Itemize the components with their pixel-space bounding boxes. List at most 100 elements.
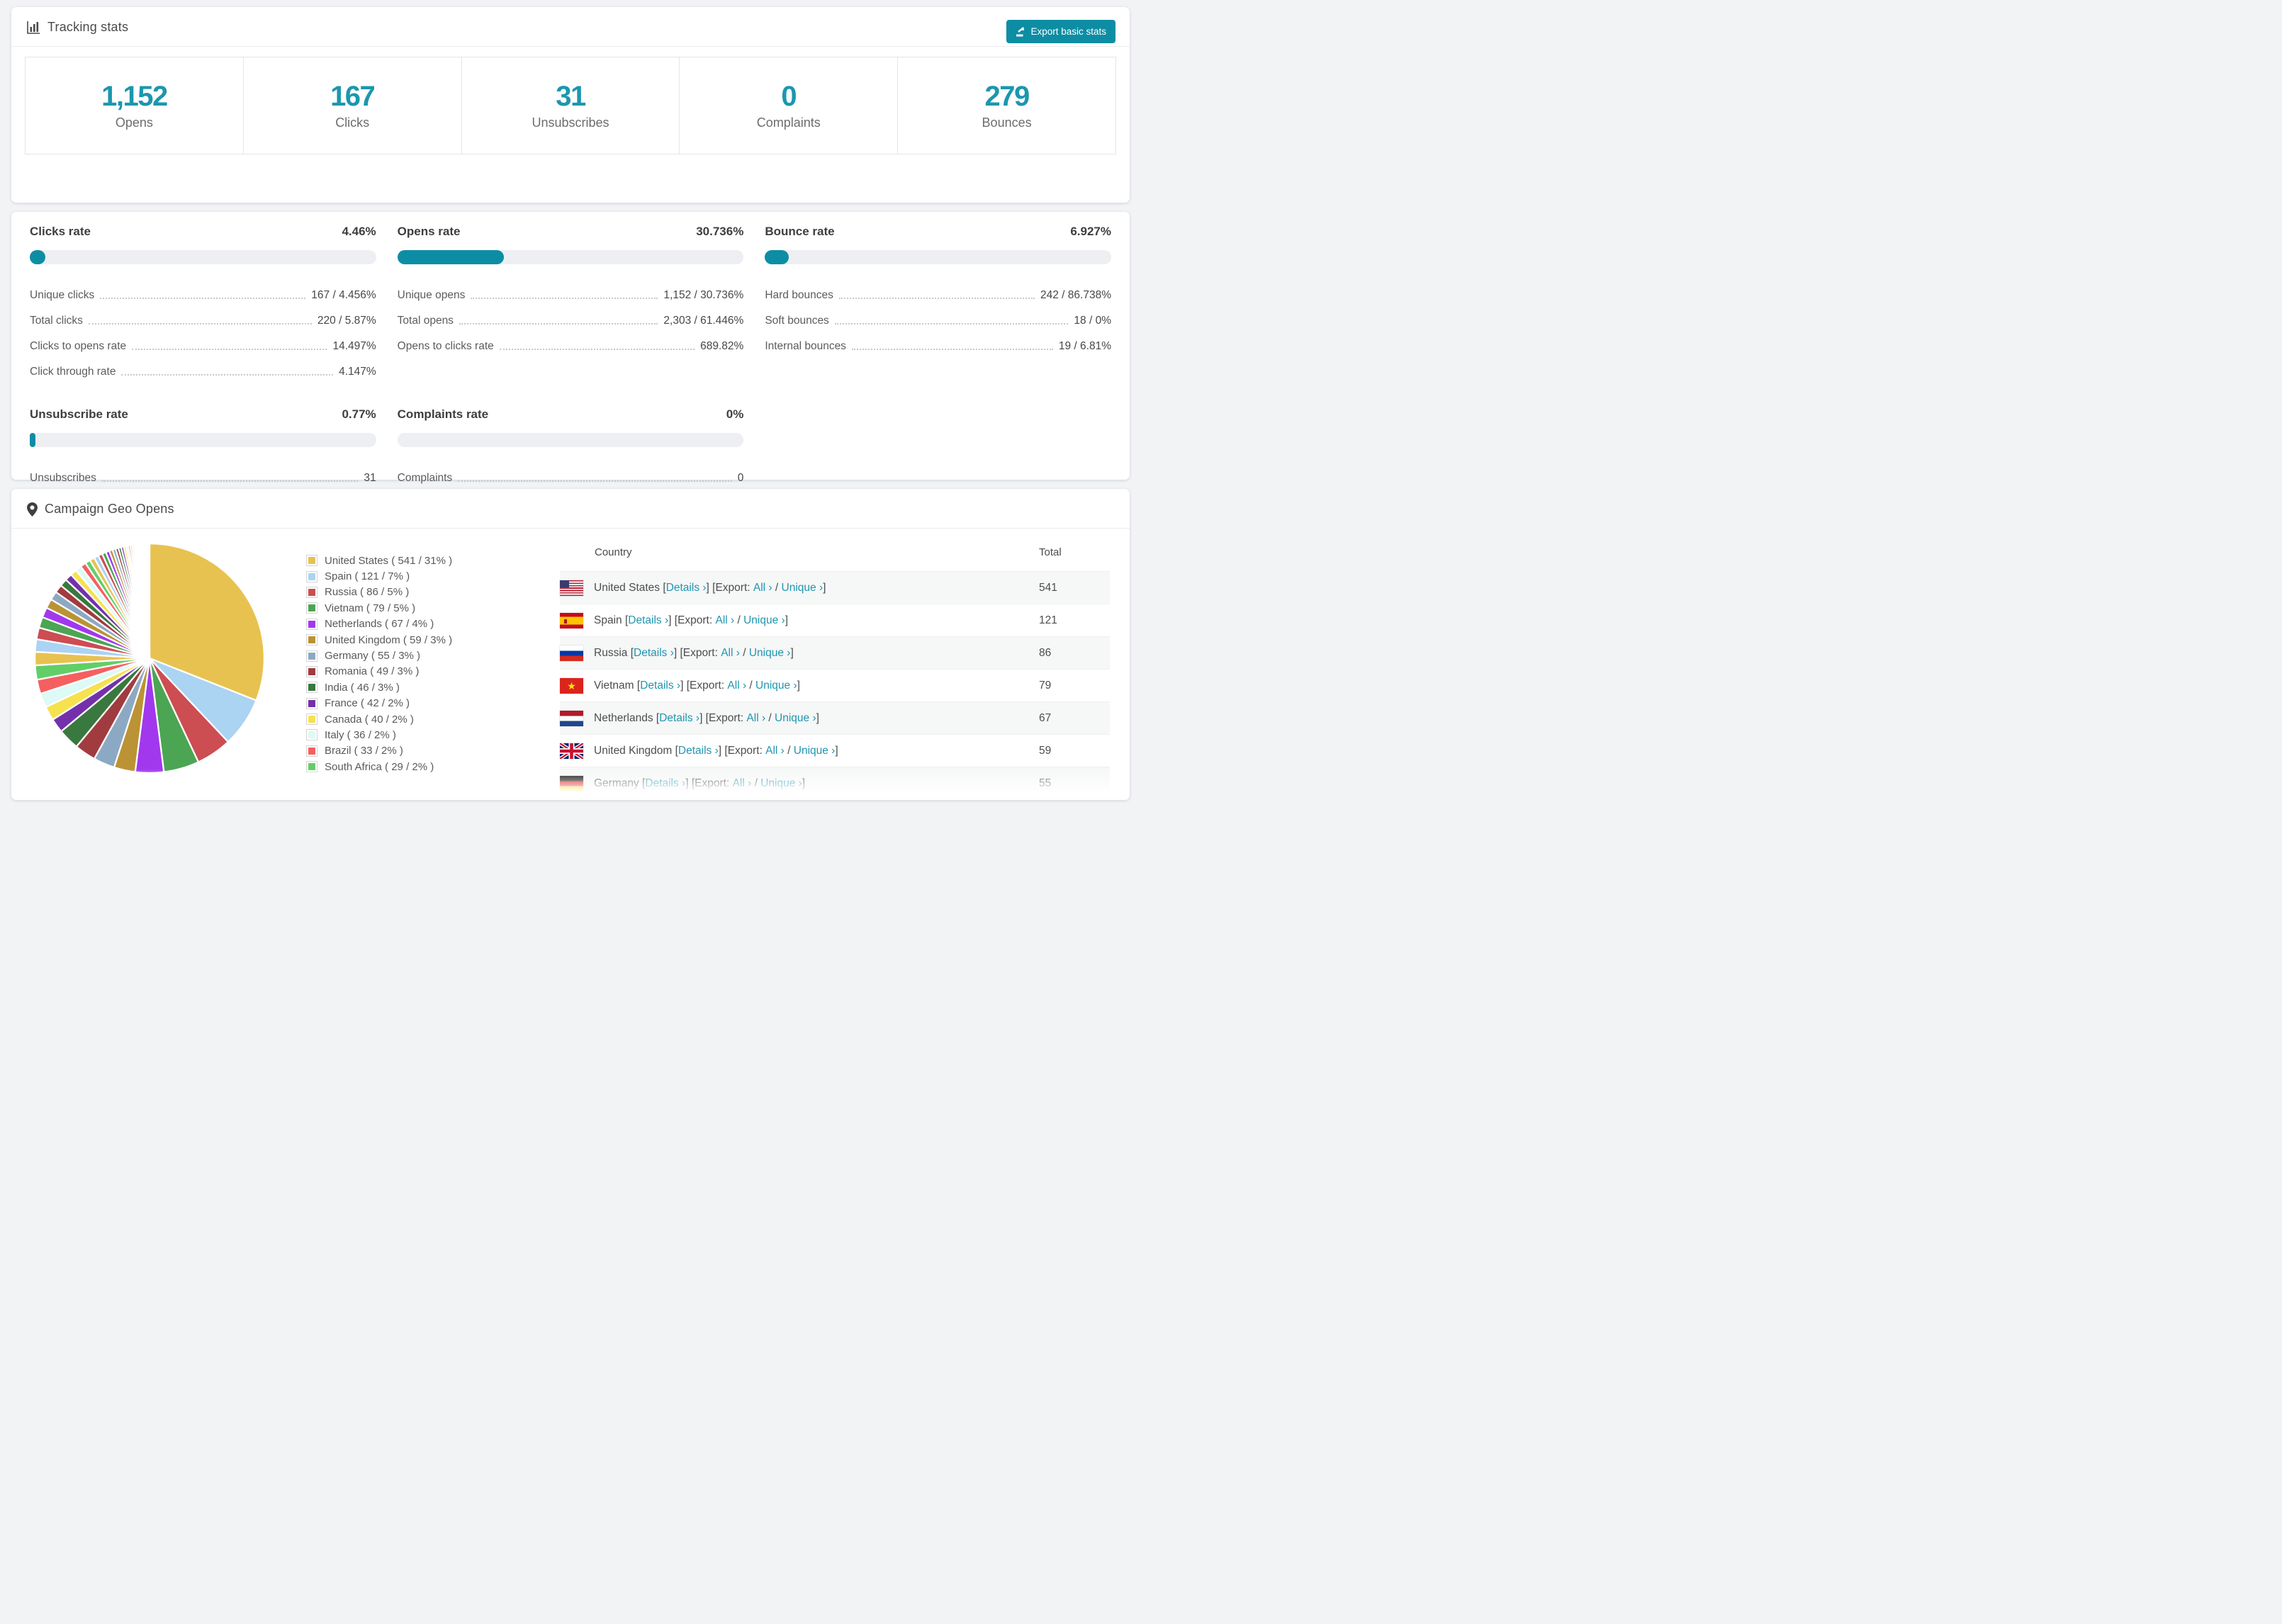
table-row: Netherlands [Details ›] [Export: All › /…	[560, 701, 1110, 734]
details-link[interactable]: Details ›	[678, 745, 719, 757]
legend-item[interactable]: United States ( 541 / 31% )	[306, 553, 540, 568]
export-unique-link[interactable]: Unique ›	[794, 745, 836, 757]
export-unique-link[interactable]: Unique ›	[775, 712, 816, 725]
rate-value: 30.736%	[696, 225, 744, 238]
legend-item[interactable]: Netherlands ( 67 / 4% )	[306, 616, 540, 632]
legend-label: France ( 42 / 2% )	[325, 697, 410, 710]
tracking-stats-header: Tracking stats	[11, 7, 1130, 46]
export-all-link[interactable]: All ›	[753, 582, 772, 594]
country-column-header: Country	[595, 546, 632, 558]
export-all-link[interactable]: All ›	[746, 712, 765, 725]
rate-detail-value: 4.147%	[339, 366, 376, 378]
rate-detail-label: Complaints	[397, 472, 453, 484]
table-row: Russia [Details ›] [Export: All › / Uniq…	[560, 636, 1110, 669]
rate-detail-value: 242 / 86.738%	[1040, 289, 1111, 301]
dotted-leader	[499, 349, 695, 350]
country-name: Vietnam	[594, 679, 634, 692]
country-flag-icon	[560, 710, 583, 726]
legend-label: Russia ( 86 / 5% )	[325, 586, 410, 599]
stat-value: 279	[984, 81, 1030, 112]
details-link[interactable]: Details ›	[628, 614, 668, 627]
rate-title: Opens rate	[397, 225, 461, 238]
legend-item[interactable]: Germany ( 55 / 3% )	[306, 648, 540, 663]
dotted-leader	[121, 374, 334, 376]
legend-item[interactable]: Canada ( 40 / 2% )	[306, 711, 540, 727]
dotted-leader	[838, 298, 1035, 299]
export-all-link[interactable]: All ›	[765, 745, 785, 757]
details-link[interactable]: Details ›	[659, 712, 699, 725]
rate-detail-row: Total opens 2,303 / 61.446%	[398, 308, 744, 334]
geo-legend: United States ( 541 / 31% ) Spain ( 121 …	[306, 553, 540, 774]
geo-pie-chart[interactable]	[33, 541, 266, 779]
rate-detail-row: Opens to clicks rate 689.82%	[398, 334, 744, 359]
details-link[interactable]: Details ›	[645, 777, 685, 790]
dotted-leader	[458, 480, 732, 482]
dotted-leader	[88, 323, 312, 325]
legend-item[interactable]: Spain ( 121 / 7% )	[306, 568, 540, 584]
export-basic-stats-label: Export basic stats	[1030, 26, 1106, 37]
dotted-leader	[100, 298, 306, 299]
table-row: United Kingdom [Details ›] [Export: All …	[560, 734, 1110, 767]
summary-stat-cell: 167 Clicks	[242, 57, 461, 154]
legend-item[interactable]: Brazil ( 33 / 2% )	[306, 743, 540, 759]
export-icon	[1016, 26, 1025, 37]
geo-table: Country Total United States [Details ›] …	[560, 533, 1110, 799]
rate-detail-value: 1,152 / 30.736%	[663, 289, 744, 301]
rate-title: Complaints rate	[397, 407, 489, 421]
export-unique-link[interactable]: Unique ›	[760, 777, 802, 790]
rate-detail-label: Opens to clicks rate	[397, 340, 494, 352]
dotted-leader	[132, 349, 327, 350]
legend-item[interactable]: United Kingdom ( 59 / 3% )	[306, 632, 540, 648]
export-unique-link[interactable]: Unique ›	[782, 582, 824, 594]
legend-label: Romania ( 49 / 3% )	[325, 665, 420, 678]
stat-label: Clicks	[335, 115, 370, 130]
legend-swatch	[306, 650, 317, 662]
details-link[interactable]: Details ›	[640, 680, 680, 692]
rate-detail-value: 689.82%	[700, 340, 744, 352]
rate-progress-fill	[765, 250, 789, 264]
rates-panel: Clicks rate 4.46% Unique clicks 167 / 4.…	[11, 212, 1130, 484]
rate-detail-label: Hard bounces	[765, 289, 833, 301]
legend-item[interactable]: France ( 42 / 2% )	[306, 696, 540, 711]
country-total: 67	[1039, 711, 1052, 724]
rate-progress-bar	[30, 250, 376, 264]
legend-label: Brazil ( 33 / 2% )	[325, 745, 403, 757]
legend-item[interactable]: South Africa ( 29 / 2% )	[306, 759, 540, 774]
rate-detail-row: Unique opens 1,152 / 30.736%	[398, 283, 744, 308]
export-unique-link[interactable]: Unique ›	[755, 680, 797, 692]
details-link[interactable]: Details ›	[666, 582, 707, 594]
rate-detail-label: Total clicks	[30, 315, 83, 327]
summary-stat-cell: 1,152 Opens	[26, 57, 243, 154]
export-all-link[interactable]: All ›	[727, 680, 746, 692]
summary-stat-cell: 31 Unsubscribes	[461, 57, 680, 154]
tracking-stats-panel: Tracking stats Export basic stats 1,152 …	[11, 7, 1130, 203]
dotted-leader	[101, 480, 359, 482]
summary-stats-box: 1,152 Opens 167 Clicks 31 Unsubscribes 0…	[25, 57, 1116, 154]
details-link[interactable]: Details ›	[634, 647, 674, 660]
rate-value: 4.46%	[342, 225, 376, 238]
rate-block: Complaints rate 0% Complaints 0	[397, 407, 744, 491]
legend-item[interactable]: Russia ( 86 / 5% )	[306, 585, 540, 600]
rate-detail-row: Clicks to opens rate 14.497%	[30, 334, 376, 359]
legend-swatch	[306, 634, 317, 646]
legend-item[interactable]: Romania ( 49 / 3% )	[306, 664, 540, 680]
export-basic-stats-button[interactable]: Export basic stats	[1006, 20, 1115, 43]
legend-item[interactable]: India ( 46 / 3% )	[306, 680, 540, 695]
legend-item[interactable]: Vietnam ( 79 / 5% )	[306, 600, 540, 616]
country-flag-icon	[560, 775, 583, 791]
export-unique-link[interactable]: Unique ›	[749, 647, 791, 660]
country-name: United States	[594, 581, 661, 594]
total-column-header: Total	[1039, 546, 1062, 558]
rate-progress-fill	[397, 250, 504, 264]
table-row: United States [Details ›] [Export: All ›…	[560, 571, 1110, 604]
country-total: 86	[1039, 646, 1052, 659]
stat-label: Opens	[115, 115, 153, 130]
export-unique-link[interactable]: Unique ›	[743, 614, 785, 627]
export-all-link[interactable]: All ›	[733, 777, 752, 790]
legend-label: United Kingdom ( 59 / 3% )	[325, 633, 453, 646]
rate-progress-fill	[30, 250, 45, 264]
export-all-link[interactable]: All ›	[721, 647, 740, 660]
legend-item[interactable]: Italy ( 36 / 2% )	[306, 727, 540, 743]
legend-swatch	[306, 714, 317, 726]
export-all-link[interactable]: All ›	[715, 614, 734, 627]
